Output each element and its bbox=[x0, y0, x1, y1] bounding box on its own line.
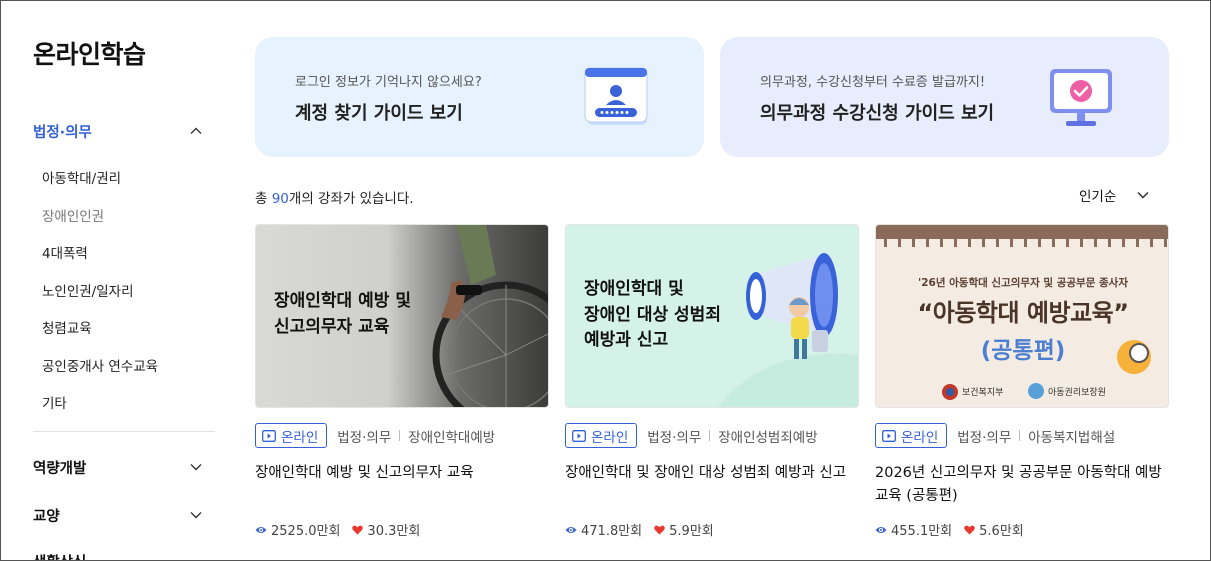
course-category: 법정·의무 bbox=[647, 429, 702, 446]
online-badge: 온라인 bbox=[565, 423, 638, 448]
thumbnail-title: 장애인학대 예방 및 신고의무자 교육 bbox=[274, 291, 411, 337]
chevron-down-icon bbox=[1134, 186, 1152, 204]
course-meta: 온라인 법정·의무 아동복지법해설 bbox=[875, 423, 1115, 448]
sidebar-item-realtor-training[interactable]: 공인중개사 연수교육 bbox=[42, 355, 158, 375]
heart-icon bbox=[352, 525, 364, 535]
course-category: 법정·의무 bbox=[957, 429, 1012, 446]
course-subcategory: 장애인학대예방 bbox=[408, 429, 496, 446]
badge-label: 온라인 bbox=[281, 429, 319, 446]
sidebar-item-disability-rights[interactable]: 장애인인권 bbox=[42, 205, 104, 225]
eye-icon bbox=[255, 525, 267, 535]
heart-icon bbox=[964, 525, 975, 535]
meta-separator bbox=[709, 430, 711, 441]
course-title[interactable]: 2026년 신고의무자 및 공공부문 아동학대 예방교육 (공통편) bbox=[875, 462, 1169, 508]
course-meta: 온라인 법정·의무 장애인성범죄예방 bbox=[565, 423, 818, 448]
course-count-number: 90 bbox=[271, 191, 289, 207]
course-thumbnail[interactable]: 장애인학대 및 장애인 대상 성범죄 예방과 신고 bbox=[565, 224, 859, 408]
online-badge: 온라인 bbox=[255, 423, 328, 448]
sidebar-category-label: 법정·의무 bbox=[33, 124, 92, 141]
login-id-icon bbox=[583, 65, 651, 129]
play-icon bbox=[882, 429, 896, 442]
page-frame: 온라인학습 법정·의무 아동학대/권리 장애인인권 4대폭력 노인인권/일자리 … bbox=[0, 0, 1211, 561]
sidebar-category-life[interactable]: 생활상식 bbox=[33, 549, 215, 561]
view-count: 2525.0만회 bbox=[271, 524, 341, 539]
account-guide-banner[interactable]: 로그인 정보가 기억나지 않으세요? 계정 찾기 가이드 보기 bbox=[255, 37, 704, 157]
course-subcategory: 장애인성범죄예방 bbox=[718, 429, 818, 446]
course-count-text: 총 90개의 강좌가 있습니다. bbox=[255, 187, 414, 207]
meta-separator bbox=[399, 430, 401, 441]
thumbnail-org-mohw: 보건복지부 bbox=[962, 388, 1004, 398]
sidebar-item-four-violence[interactable]: 4대폭력 bbox=[42, 242, 88, 262]
sidebar-category-label: 역량개발 bbox=[33, 460, 87, 477]
sort-dropdown[interactable]: 인기순 bbox=[1079, 185, 1152, 205]
course-stats: 455.1만회 5.6만회 bbox=[875, 520, 1024, 539]
course-category: 법정·의무 bbox=[337, 429, 392, 446]
sort-selected-label: 인기순 bbox=[1079, 189, 1117, 205]
banner-subtitle: 로그인 정보가 기억나지 않으세요? bbox=[295, 75, 482, 90]
sidebar-item-elderly-rights[interactable]: 노인인권/일자리 bbox=[42, 280, 134, 300]
count-suffix: 개의 강좌가 있습니다. bbox=[288, 191, 414, 207]
sidebar-item-child-abuse[interactable]: 아동학대/권리 bbox=[42, 167, 121, 187]
sidebar-category-competency[interactable]: 역량개발 bbox=[33, 455, 215, 479]
sidebar-divider bbox=[33, 431, 215, 432]
view-count: 471.8만회 bbox=[581, 524, 643, 539]
course-card[interactable]: '26년 아동학대 신고의무자 및 공공부문 종사자 “아동학대 예방교육” (… bbox=[875, 224, 1169, 539]
course-title[interactable]: 장애인학대 및 장애인 대상 성범죄 예방과 신고 bbox=[565, 462, 859, 485]
thumbnail-subtitle: (공통편) bbox=[980, 338, 1066, 364]
course-stats: 2525.0만회 30.3만회 bbox=[255, 520, 420, 539]
online-badge: 온라인 bbox=[875, 423, 948, 448]
sidebar-menu: 법정·의무 아동학대/권리 장애인인권 4대폭력 노인인권/일자리 청렴교육 공… bbox=[33, 1, 215, 561]
sidebar-category-label: 생활상식 bbox=[33, 551, 86, 561]
thumbnail-org-ncrc: 아동권리보장원 bbox=[1048, 388, 1106, 398]
sidebar-category-culture[interactable]: 교양 bbox=[33, 503, 215, 527]
course-card[interactable]: 장애인학대 및 장애인 대상 성범죄 예방과 신고 온라인 법정·의무 장애인성… bbox=[565, 224, 859, 539]
count-prefix: 총 bbox=[255, 191, 272, 207]
course-title[interactable]: 장애인학대 예방 및 신고의무자 교육 bbox=[255, 462, 549, 485]
eye-icon bbox=[875, 525, 887, 535]
thumbnail-title: 장애인학대 및 장애인 대상 성범죄 예방과 신고 bbox=[584, 279, 721, 350]
chevron-down-icon bbox=[187, 506, 205, 524]
course-thumbnail[interactable]: '26년 아동학대 신고의무자 및 공공부문 종사자 “아동학대 예방교육” (… bbox=[875, 224, 1169, 408]
badge-label: 온라인 bbox=[591, 429, 629, 446]
badge-label: 온라인 bbox=[901, 429, 939, 446]
sidebar-item-etc[interactable]: 기타 bbox=[42, 392, 67, 412]
like-count: 5.6만회 bbox=[979, 524, 1024, 539]
course-thumbnail[interactable]: 장애인학대 예방 및 신고의무자 교육 bbox=[255, 224, 549, 408]
sidebar-category-legal[interactable]: 법정·의무 bbox=[33, 119, 215, 143]
eye-icon bbox=[565, 525, 577, 535]
view-count: 455.1만회 bbox=[891, 524, 953, 539]
banner-title: 의무과정 수강신청 가이드 보기 bbox=[760, 103, 995, 124]
course-stats: 471.8만회 5.9만회 bbox=[565, 520, 714, 539]
like-count: 30.3만회 bbox=[367, 524, 421, 539]
course-registration-guide-banner[interactable]: 의무과정, 수강신청부터 수료증 발급까지! 의무과정 수강신청 가이드 보기 bbox=[720, 37, 1169, 157]
thumbnail-title: “아동학대 예방교육” bbox=[917, 299, 1129, 327]
course-card[interactable]: 장애인학대 예방 및 신고의무자 교육 온라인 법정·의무 장애인학대예방 장애… bbox=[255, 224, 549, 539]
chevron-up-icon bbox=[187, 122, 205, 140]
heart-icon bbox=[654, 525, 665, 535]
sidebar-item-integrity[interactable]: 청렴교육 bbox=[42, 317, 92, 337]
thumbnail-small-text: '26년 아동학대 신고의무자 및 공공부문 종사자 bbox=[918, 277, 1128, 289]
play-icon bbox=[572, 429, 586, 442]
monitor-check-icon bbox=[1048, 65, 1116, 129]
banner-subtitle: 의무과정, 수강신청부터 수료증 발급까지! bbox=[760, 75, 986, 90]
like-count: 5.9만회 bbox=[669, 524, 714, 539]
meta-separator bbox=[1019, 430, 1021, 441]
play-icon bbox=[262, 429, 276, 442]
banner-title: 계정 찾기 가이드 보기 bbox=[295, 103, 463, 124]
course-subcategory: 아동복지법해설 bbox=[1028, 429, 1116, 446]
course-meta: 온라인 법정·의무 장애인학대예방 bbox=[255, 423, 495, 448]
chevron-down-icon bbox=[187, 458, 205, 476]
sidebar-category-label: 교양 bbox=[33, 508, 60, 525]
